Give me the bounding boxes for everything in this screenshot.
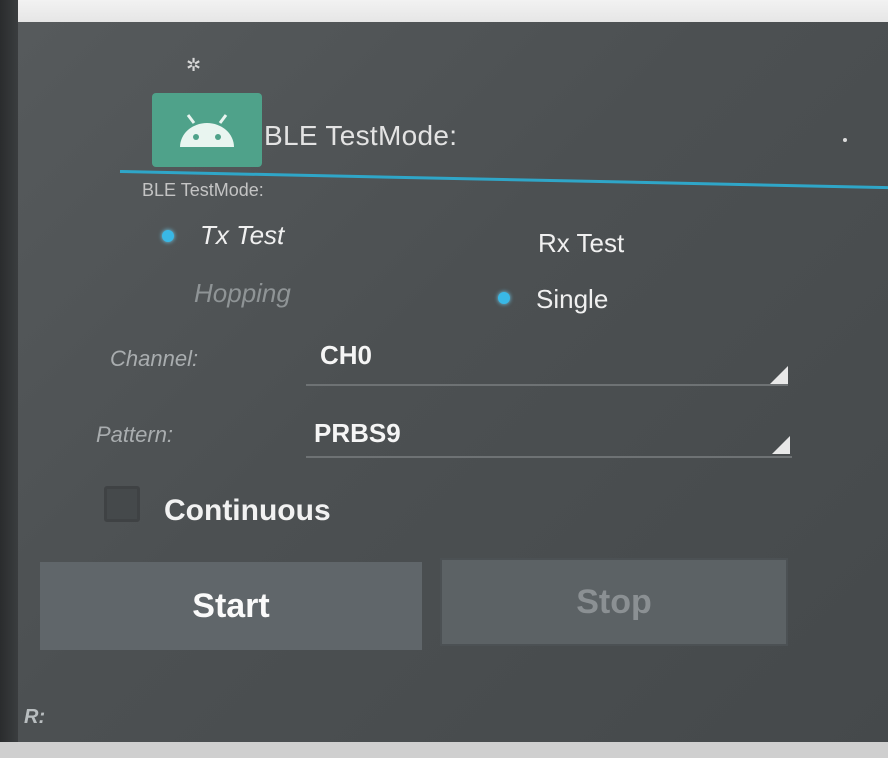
device-bezel <box>0 0 18 758</box>
radio-label: Single <box>536 284 609 314</box>
continuous-label: Continuous <box>164 494 331 527</box>
radio-label: Tx Test <box>200 220 285 250</box>
status-label: R: <box>24 706 46 728</box>
radio-selected-icon <box>498 292 510 304</box>
app-title: BLE TestMode: <box>264 120 458 151</box>
checkbox-box <box>104 486 140 522</box>
stop-button[interactable]: Stop <box>440 558 788 646</box>
android-icon <box>152 93 262 167</box>
pattern-spinner-underline <box>306 456 792 458</box>
channel-spinner-underline <box>306 384 788 386</box>
radio-label: Rx Test <box>538 228 625 258</box>
overflow-menu-icon[interactable] <box>843 138 847 142</box>
section-label: BLE TestMode: <box>142 180 264 200</box>
dropdown-arrow-icon <box>770 366 788 384</box>
radio-label: Hopping <box>194 278 291 308</box>
photo-background-bottom <box>0 742 888 758</box>
pattern-label: Pattern: <box>96 422 174 447</box>
pattern-value: PRBS9 <box>314 418 401 448</box>
start-button[interactable]: Start <box>40 562 422 650</box>
app-screen: ✲ BLE TestMode: BLE TestMode: Tx Test Rx… <box>18 22 888 742</box>
channel-value: CH0 <box>320 340 373 370</box>
photo-background <box>0 0 888 22</box>
gear-icon[interactable]: ✲ <box>186 56 201 74</box>
dropdown-arrow-icon <box>772 436 790 454</box>
radio-selected-icon <box>162 230 174 242</box>
channel-label: Channel: <box>110 346 199 371</box>
